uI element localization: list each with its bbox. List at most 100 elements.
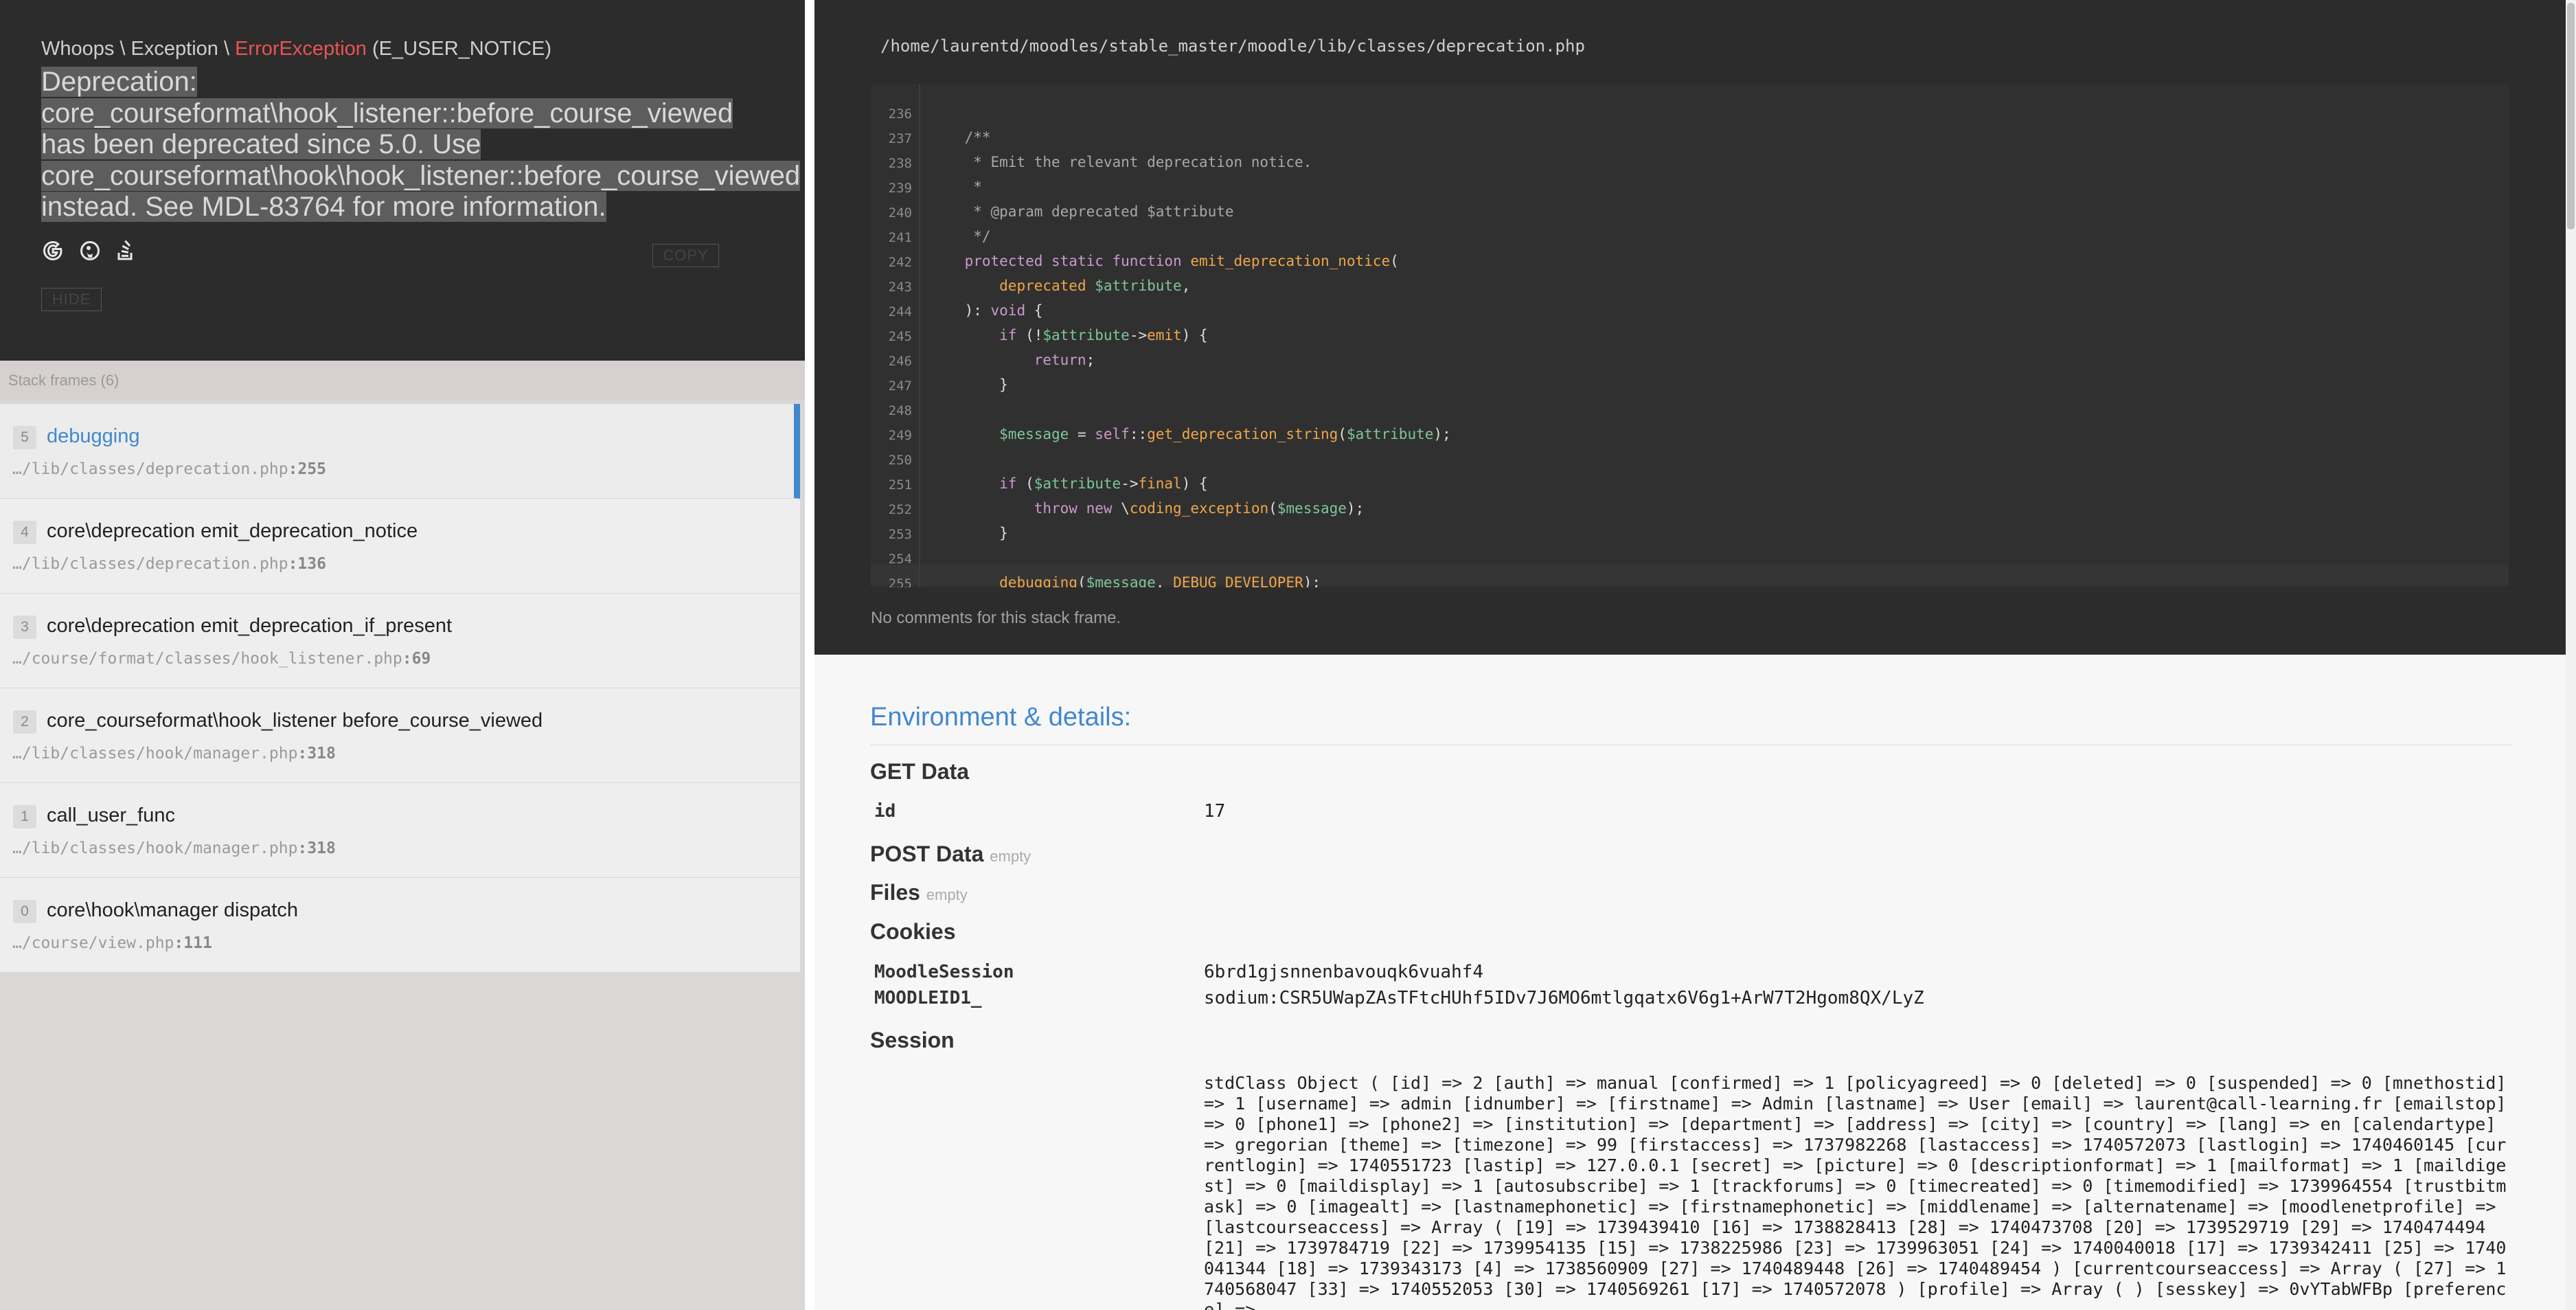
files-title: Files empty: [870, 880, 968, 905]
frame-file: …/lib/classes/deprecation.php:255: [12, 460, 326, 478]
frame-line: :255: [288, 460, 326, 478]
duckduckgo-icon[interactable]: [78, 239, 102, 262]
frame-name: call_user_func: [47, 804, 175, 826]
frame-line: :318: [297, 839, 336, 857]
code-file-path[interactable]: /home/laurentd/moodles/stable_master/moo…: [880, 36, 1585, 56]
code-line: protected static function emit_deprecati…: [964, 253, 1399, 269]
cookie-key: MoodleSession: [874, 962, 1014, 982]
frame-index: 0: [13, 900, 36, 923]
line-number: 255: [888, 576, 912, 587]
line-number: 253: [888, 527, 912, 542]
code-line: * Emit the relevant deprecation notice.: [930, 154, 1312, 170]
code-line: *: [930, 179, 982, 195]
frame-name: core\deprecation emit_deprecation_if_pre…: [47, 615, 453, 637]
panel-divider: [805, 0, 814, 1310]
frame-file-path: …/lib/classes/hook/manager.php: [12, 839, 298, 857]
session-value: stdClass Object ( [id] => 2 [auth] => ma…: [1204, 1073, 2507, 1310]
details-panel: Environment & details: GET Data id 17 PO…: [814, 655, 2566, 1310]
code-line: if ($attribute->final) {: [999, 475, 1208, 492]
code-line: }: [930, 525, 1008, 541]
cookie-value: sodium:CSR5UWapZAsTFtcHUhf5IDv7J6MO6mtlg…: [1204, 988, 1924, 1008]
cookie-key: MOODLEID1_: [874, 988, 982, 1008]
frame-file: …/course/format/classes/hook_listener.ph…: [12, 650, 431, 668]
line-number: 238: [888, 156, 912, 171]
line-number: 246: [888, 354, 912, 369]
line-number: 244: [888, 304, 912, 319]
stack-frame[interactable]: 5 debugging …/lib/classes/deprecation.ph…: [0, 404, 800, 499]
line-number: 239: [888, 181, 912, 196]
line-number: 236: [888, 106, 912, 122]
session-title: Session: [870, 1028, 955, 1052]
frame-name: core\hook\manager dispatch: [47, 899, 298, 921]
frame-file-path: …/lib/classes/deprecation.php: [12, 460, 288, 478]
line-number: 250: [888, 453, 912, 468]
left-panel: Whoops \ Exception \ ErrorException (E_U…: [0, 0, 805, 1310]
frame-file-path: …/course/view.php: [12, 934, 174, 952]
scrollbar-thumb[interactable]: [2567, 3, 2575, 229]
frame-index: 1: [13, 805, 36, 828]
exception-message: Deprecation: core_courseformat\hook_list…: [41, 67, 801, 223]
get-data-value: 17: [1204, 801, 1226, 822]
frame-line: :111: [174, 934, 212, 952]
google-icon[interactable]: [41, 239, 65, 262]
stack-frame[interactable]: 0 core\hook\manager dispatch …/course/vi…: [0, 878, 800, 973]
stackoverflow-icon[interactable]: [114, 239, 137, 262]
line-number: 242: [888, 255, 912, 270]
line-number: 241: [888, 230, 912, 245]
code-line: if (!$attribute->emit) {: [999, 327, 1208, 343]
line-number: 251: [888, 477, 912, 493]
stack-frames-list: 5 debugging …/lib/classes/deprecation.ph…: [0, 404, 800, 973]
post-data-empty: empty: [990, 848, 1031, 865]
stack-frame[interactable]: 3 core\deprecation emit_deprecation_if_p…: [0, 594, 800, 688]
details-title: Environment & details:: [870, 703, 1132, 732]
stack-frame[interactable]: 1 call_user_func …/lib/classes/hook/mana…: [0, 783, 800, 878]
frame-file: …/course/view.php:111: [12, 934, 212, 952]
line-number: 247: [888, 379, 912, 394]
page-scrollbar[interactable]: [2566, 0, 2576, 1310]
frame-line: :136: [288, 555, 326, 573]
frame-name: core_courseformat\hook_listener before_c…: [47, 710, 543, 732]
get-data-key: id: [874, 801, 896, 822]
stack-frame[interactable]: 2 core_courseformat\hook_listener before…: [0, 688, 800, 783]
frame-line: :318: [297, 745, 336, 763]
code-panel: /home/laurentd/moodles/stable_master/moo…: [814, 0, 2566, 655]
frame-file-path: …/lib/classes/deprecation.php: [12, 555, 288, 573]
exception-header: Whoops \ Exception \ ErrorException (E_U…: [0, 0, 805, 361]
line-number: 252: [888, 502, 912, 517]
get-data-title: GET Data: [870, 759, 970, 784]
line-number: 245: [888, 329, 912, 344]
stack-frames-header: Stack frames (6): [0, 361, 805, 400]
files-empty: empty: [926, 886, 968, 903]
code-line: }: [930, 376, 1008, 393]
frame-index: 5: [13, 426, 36, 449]
no-comments-text: No comments for this stack frame.: [871, 609, 1121, 627]
line-number: 243: [888, 280, 912, 295]
exception-namespace: Whoops \ Exception \: [41, 38, 230, 60]
line-number: 237: [888, 131, 912, 146]
frame-file: …/lib/classes/hook/manager.php:318: [12, 745, 336, 763]
code-line: return;: [1034, 352, 1095, 368]
code-line: debugging($message, DEBUG_DEVELOPER);: [999, 574, 1321, 587]
line-number-gutter: 236 237 238 239 240 241 242 243 244 245 …: [871, 84, 920, 587]
copy-button[interactable]: COPY: [652, 244, 719, 267]
exception-class: ErrorException: [235, 38, 367, 60]
frame-index: 4: [13, 521, 36, 544]
frame-file: …/lib/classes/deprecation.php:136: [12, 555, 326, 573]
code-line: $message = self::get_deprecation_string(…: [999, 426, 1451, 442]
hide-button[interactable]: HIDE: [41, 288, 102, 311]
files-label: Files: [870, 880, 920, 905]
line-number: 249: [888, 428, 912, 443]
exception-message-text: Deprecation: core_courseformat\hook_list…: [41, 67, 801, 222]
frame-index: 2: [13, 710, 36, 734]
frame-name: core\deprecation emit_deprecation_notice: [47, 520, 418, 542]
frame-file-path: …/course/format/classes/hook_listener.ph…: [12, 650, 402, 668]
post-data-title: POST Data empty: [870, 842, 1031, 867]
code-line: */: [930, 228, 991, 245]
code-line: deprecated $attribute,: [999, 278, 1191, 294]
line-number: 240: [888, 205, 912, 221]
frame-file-path: …/lib/classes/hook/manager.php: [12, 745, 298, 763]
frame-line: :69: [402, 650, 431, 668]
code-line: /**: [964, 129, 991, 146]
code-line: * @param deprecated $attribute: [930, 203, 1234, 220]
stack-frame[interactable]: 4 core\deprecation emit_deprecation_noti…: [0, 499, 800, 594]
